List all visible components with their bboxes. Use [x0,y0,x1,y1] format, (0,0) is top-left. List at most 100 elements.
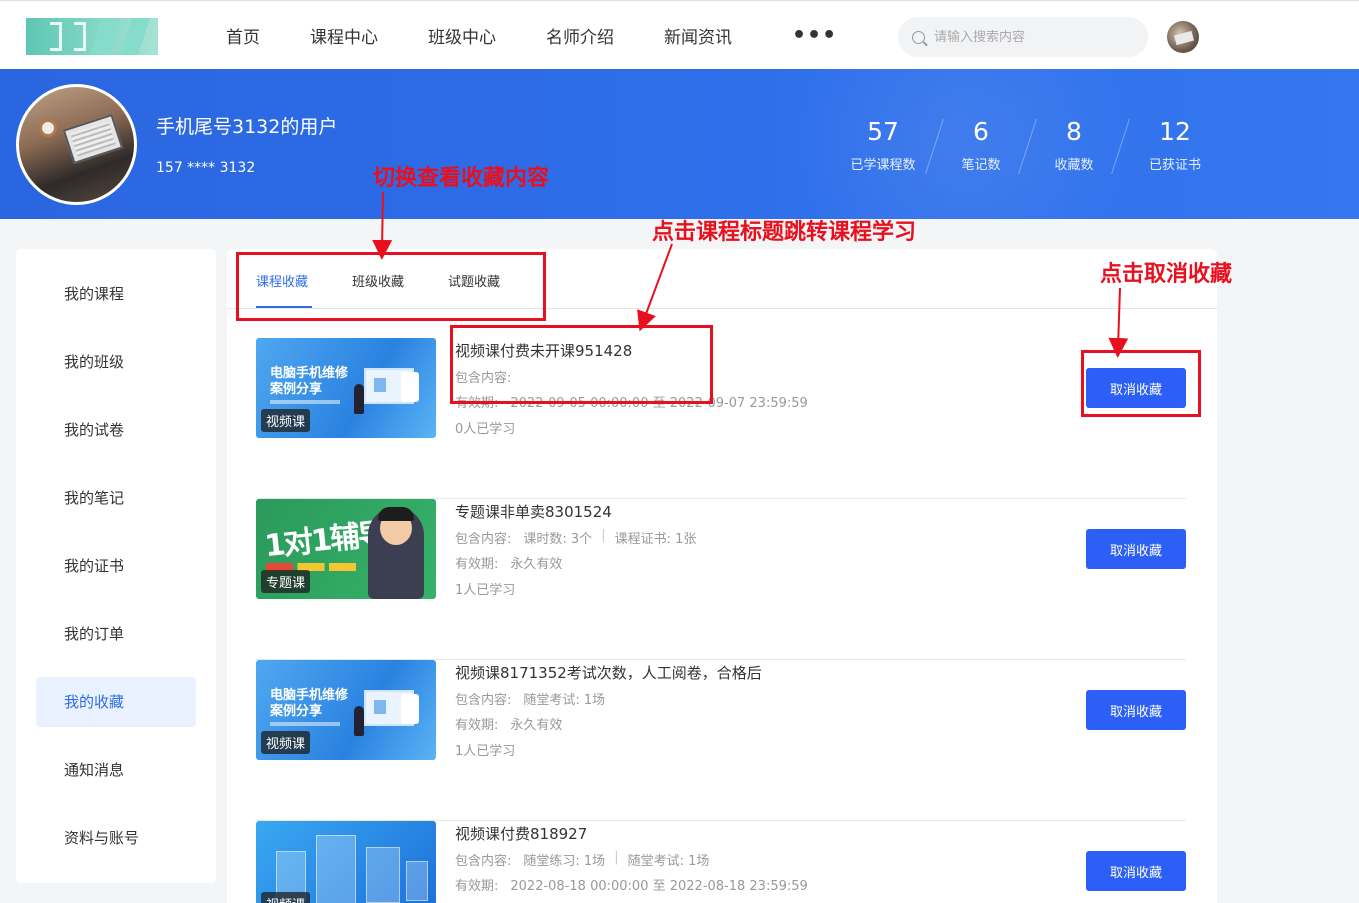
validity-value: 永久有效 [510,718,563,733]
avatar-laptop [62,113,124,165]
stat-certificates: 12 已获证书 [1121,116,1229,174]
sidebar: 我的课程 我的班级 我的试卷 我的笔记 我的证书 我的订单 我的收藏 通知消息 … [16,249,216,883]
validity-label: 有效期: [455,718,499,733]
search-box[interactable] [898,17,1148,57]
annotation-tabs-note: 切换查看收藏内容 [373,165,550,191]
contents-separator: | [601,528,606,543]
course-contents: 包含内容: 随堂考试: 1场 [455,689,605,708]
validity-value: 永久有效 [510,557,563,572]
site-logo[interactable] [26,18,158,55]
thumb-phone [401,372,419,402]
course-title[interactable]: 专题课非单卖8301524 [455,501,612,522]
search-icon[interactable] [912,30,925,44]
stat-number: 57 [867,117,899,146]
course-contents: 包含内容: 随堂练习: 1场 | 随堂考试: 1场 [455,850,709,869]
course-title[interactable]: 视频课付费818927 [455,823,587,844]
cancel-favorite-button[interactable]: 取消收藏 [1086,690,1186,730]
stat-notes: 6 笔记数 [935,116,1027,174]
sidebar-item-my-orders[interactable]: 我的订单 [36,609,196,659]
nav-teachers[interactable]: 名师介绍 [546,23,614,48]
course-type-badge: 视频课 [261,731,311,754]
logo-stripe [119,18,151,55]
logo-stripe [89,18,121,55]
user-avatar[interactable] [1167,21,1199,53]
stat-label: 已学课程数 [850,158,916,173]
validity-label: 有效期: [455,557,499,572]
thumb-title: 电脑手机维修 案例分享 [270,688,349,719]
sidebar-item-my-courses[interactable]: 我的课程 [36,269,196,319]
thumb-person [354,706,364,736]
stat-label: 已获证书 [1148,158,1201,173]
annotation-cancel-note: 点击取消收藏 [1100,261,1233,287]
course-learners: 1人已学习 [455,579,515,598]
course-validity: 有效期: 永久有效 [455,714,562,733]
course-type-badge: 专题课 [261,570,311,593]
thumb-person [354,384,364,414]
stat-favorites: 8 收藏数 [1028,116,1120,174]
validity-label: 有效期: [455,879,499,894]
contents-label: 包含内容: [455,693,512,708]
learners-count: 0人已学习 [455,422,516,437]
sidebar-item-notifications[interactable]: 通知消息 [36,745,196,795]
thumb-subtitle-bar [270,722,340,726]
list-item: 1对1辅导 专题课 专题课非单卖8301524 包含内容: 课时数: 3个 | … [256,499,1186,660]
course-title[interactable]: 视频课8171352考试次数，人工阅卷，合格后 [455,662,762,683]
profile-name: 手机尾号3132的用户 [156,116,338,138]
stat-label: 收藏数 [1054,158,1094,173]
cancel-favorite-button[interactable]: 取消收藏 [1086,851,1186,891]
favorites-panel: 课程收藏 班级收藏 试题收藏 电脑手机维修 案例分享 视频课 视频课付费未开课95… [227,249,1217,903]
contents-item: 随堂考试: 1场 [627,854,710,869]
list-item: 电脑手机维修 案例分享 视频课 视频课8171352考试次数，人工阅卷，合格后 包… [256,660,1186,821]
avatar-cup [39,119,57,137]
annotation-title-note: 点击课程标题跳转课程学习 [652,219,917,245]
search-input[interactable] [934,29,1124,45]
top-navbar: 首页 课程中心 班级中心 名师介绍 新闻资讯 ••• [0,0,1359,69]
course-thumbnail[interactable]: 电脑手机维修 案例分享 视频课 [256,660,436,760]
stat-number: 12 [1159,117,1191,146]
stat-courses: 57 已学课程数 [832,116,934,174]
course-contents: 包含内容: 课时数: 3个 | 课程证书: 1张 [455,528,696,547]
stat-number: 8 [1066,117,1082,146]
learners-count: 1人已学习 [455,583,516,598]
thumb-building [406,861,428,901]
nav-class-center[interactable]: 班级中心 [428,23,496,48]
more-icon[interactable]: ••• [792,23,837,48]
nav-news[interactable]: 新闻资讯 [664,23,732,48]
profile-stats: 57 已学课程数 6 笔记数 8 收藏数 12 已获证书 [832,116,1229,174]
thumb-title: 电脑手机维修 案例分享 [270,366,349,397]
stat-number: 6 [973,117,989,146]
logo-bar [74,22,86,51]
sidebar-item-my-exams[interactable]: 我的试卷 [36,405,196,455]
profile-avatar [16,84,137,205]
thumb-building [316,835,356,903]
course-type-badge: 视频课 [261,409,311,432]
contents-item: 随堂练习: 1场 [523,854,606,869]
contents-separator: | [614,850,619,865]
course-type-badge: 视频课 [261,892,311,903]
annotation-box-cancel [1081,350,1201,417]
contents-item: 课时数: 3个 [523,532,593,547]
sidebar-item-account[interactable]: 资料与账号 [36,813,196,863]
learners-count: 1人已学习 [455,744,516,759]
sidebar-item-my-notes[interactable]: 我的笔记 [36,473,196,523]
sidebar-item-my-classes[interactable]: 我的班级 [36,337,196,387]
cancel-favorite-button[interactable]: 取消收藏 [1086,529,1186,569]
course-thumbnail[interactable]: 电脑手机维修 案例分享 视频课 [256,338,436,438]
sidebar-item-my-certificates[interactable]: 我的证书 [36,541,196,591]
thumb-subtitle-bar [270,400,340,404]
sidebar-item-my-favorites[interactable]: 我的收藏 [36,677,196,727]
course-thumbnail[interactable]: 1对1辅导 专题课 [256,499,436,599]
course-thumbnail[interactable]: 视频课 [256,821,436,903]
nav-home[interactable]: 首页 [226,23,260,48]
validity-value: 2022-08-18 00:00:00 至 2022-08-18 23:59:5… [510,879,808,894]
contents-item: 课程证书: 1张 [614,532,697,547]
course-validity: 有效期: 永久有效 [455,553,562,572]
contents-label: 包含内容: [455,854,512,869]
thumb-phone [401,694,419,724]
list-item: 视频课 视频课付费818927 包含内容: 随堂练习: 1场 | 随堂考试: 1… [256,821,1186,903]
annotation-box-title [450,325,713,404]
nav-course-center[interactable]: 课程中心 [310,23,378,48]
course-learners: 0人已学习 [455,418,515,437]
main-nav: 首页 课程中心 班级中心 名师介绍 新闻资讯 ••• [226,1,837,70]
thumb-kid [368,507,424,599]
